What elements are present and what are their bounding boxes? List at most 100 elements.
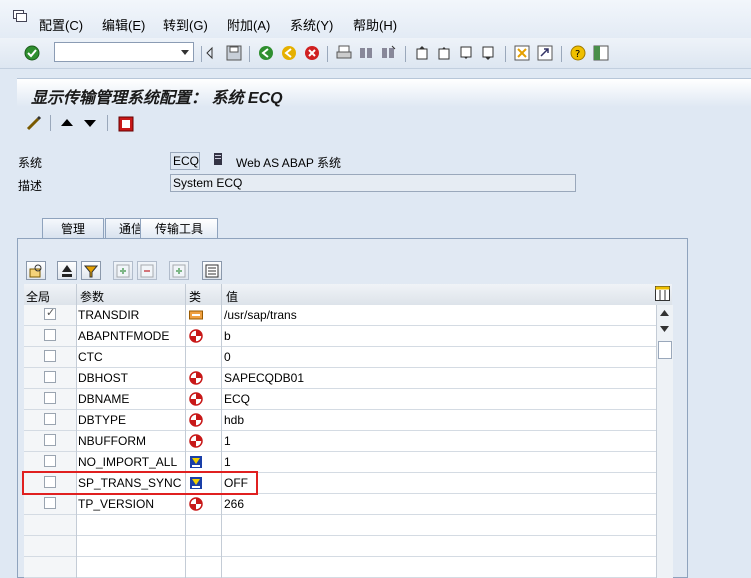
parameter-type-icon: [189, 371, 203, 385]
highlight-box: [22, 471, 258, 495]
parameter-type-icon: [189, 434, 203, 448]
sort-ascending-button[interactable]: [57, 261, 77, 280]
shortcut-icon[interactable]: [537, 45, 553, 61]
global-checkbox[interactable]: [44, 371, 56, 383]
new-session-icon[interactable]: [514, 45, 530, 61]
help-icon[interactable]: ?: [570, 45, 586, 61]
save-icon[interactable]: [226, 45, 242, 61]
copy-row-button[interactable]: [169, 261, 189, 280]
next-page-icon[interactable]: [458, 45, 474, 61]
parameter-name: CTC: [78, 350, 103, 364]
back-icon[interactable]: [258, 45, 274, 61]
table-row[interactable]: TP_VERSION 266: [24, 494, 656, 515]
back-arrow-icon[interactable]: [204, 45, 214, 61]
table-row[interactable]: DBNAME ECQ: [24, 389, 656, 410]
system-menu-icon[interactable]: [13, 10, 27, 22]
parameter-type-icon: [190, 456, 202, 468]
table-header: 全局 参数 类 值: [24, 284, 672, 306]
insert-row-button[interactable]: [113, 261, 133, 280]
chevron-down-icon[interactable]: [181, 50, 189, 55]
table-row: [24, 515, 656, 536]
find-next-icon[interactable]: [380, 45, 396, 61]
prev-page-icon[interactable]: [436, 45, 452, 61]
global-checkbox[interactable]: [44, 329, 56, 341]
details-icon: [29, 264, 42, 278]
table-row[interactable]: DBHOST SAPECQDB01: [24, 368, 656, 389]
menu-goto[interactable]: 转到(G): [163, 15, 208, 34]
menu-system[interactable]: 系统(Y): [290, 15, 333, 34]
menu-help[interactable]: 帮助(H): [353, 15, 397, 34]
layout-icon: [205, 264, 219, 278]
global-checkbox[interactable]: [44, 455, 56, 467]
table-row[interactable]: NBUFFORM 1: [24, 431, 656, 452]
parameter-value: 266: [224, 497, 245, 511]
parameter-value: b: [224, 329, 231, 343]
application-toolbar: [17, 108, 751, 138]
move-up-icon[interactable]: [61, 118, 73, 126]
global-checkbox[interactable]: [44, 350, 56, 362]
scroll-thumb[interactable]: [658, 341, 672, 359]
parameter-value: 1: [224, 434, 231, 448]
filter-icon: [84, 265, 98, 278]
tab-transport-tools[interactable]: 传输工具: [140, 218, 218, 240]
parameter-value: /usr/sap/trans: [224, 308, 297, 322]
cancel-icon[interactable]: [304, 45, 320, 61]
parameter-value: SAPECQDB01: [224, 371, 305, 385]
sort-icon: [62, 265, 72, 277]
parameter-name: TRANSDIR: [78, 308, 140, 322]
page-title: 显示传输管理系统配置： 系统 ECQ: [31, 90, 283, 107]
parameter-name: DBTYPE: [78, 413, 127, 427]
first-page-icon[interactable]: [414, 45, 430, 61]
layout-button[interactable]: [202, 261, 222, 280]
parameter-name: DBNAME: [78, 392, 130, 406]
parameter-value: ECQ: [224, 392, 251, 406]
table-row[interactable]: DBTYPE hdb: [24, 410, 656, 431]
global-checkbox[interactable]: [44, 392, 56, 404]
menu-config[interactable]: 配置(C): [39, 15, 83, 34]
table-row[interactable]: NO_IMPORT_ALL 1: [24, 452, 656, 473]
table-row[interactable]: CTC 0: [24, 347, 656, 368]
header-value[interactable]: 值: [226, 288, 238, 305]
description-field: System ECQ: [170, 174, 576, 192]
last-page-icon[interactable]: [480, 45, 496, 61]
global-checkbox[interactable]: [44, 306, 56, 320]
command-field[interactable]: [54, 42, 194, 62]
system-description: Web AS ABAP 系统: [236, 156, 341, 170]
print-icon[interactable]: [336, 45, 352, 61]
move-down-icon[interactable]: [84, 120, 96, 128]
global-checkbox[interactable]: [44, 434, 56, 446]
menu-extras[interactable]: 附加(A): [227, 15, 270, 34]
parameter-value: 1: [224, 455, 231, 469]
tab-admin[interactable]: 管理: [42, 218, 104, 239]
display-change-icon[interactable]: [25, 114, 43, 132]
layout-menu-icon[interactable]: [593, 45, 609, 61]
header-type[interactable]: 类: [189, 288, 201, 305]
delete-row-icon: [140, 264, 154, 278]
global-checkbox[interactable]: [44, 497, 56, 509]
parameter-name: ABAPNTFMODE: [78, 329, 170, 343]
scroll-down-icon[interactable]: [660, 326, 669, 333]
filter-button[interactable]: [81, 261, 101, 280]
delete-icon[interactable]: [118, 116, 134, 132]
table-row[interactable]: ABAPNTFMODE b: [24, 326, 656, 347]
enter-icon[interactable]: [24, 45, 40, 61]
find-icon[interactable]: [358, 45, 374, 61]
description-label: 描述: [18, 179, 43, 193]
vertical-scrollbar[interactable]: [656, 305, 673, 578]
header-global[interactable]: 全局: [26, 288, 50, 305]
scroll-up-icon[interactable]: [660, 309, 669, 316]
parameter-type-icon: [189, 392, 203, 406]
table-row[interactable]: TRANSDIR/usr/sap/trans: [24, 305, 656, 326]
copy-row-icon: [172, 264, 186, 278]
column-settings-icon[interactable]: [655, 286, 670, 301]
header-parameter[interactable]: 参数: [80, 288, 104, 305]
system-label: 系统: [18, 156, 43, 170]
menu-edit[interactable]: 编辑(E): [102, 15, 145, 34]
details-button[interactable]: [26, 261, 46, 280]
parameter-type-icon: [189, 329, 203, 343]
table-row: [24, 536, 656, 557]
exit-icon[interactable]: [281, 45, 297, 61]
global-checkbox[interactable]: [44, 413, 56, 425]
delete-row-button[interactable]: [137, 261, 157, 280]
parameter-name: NO_IMPORT_ALL: [78, 455, 178, 469]
